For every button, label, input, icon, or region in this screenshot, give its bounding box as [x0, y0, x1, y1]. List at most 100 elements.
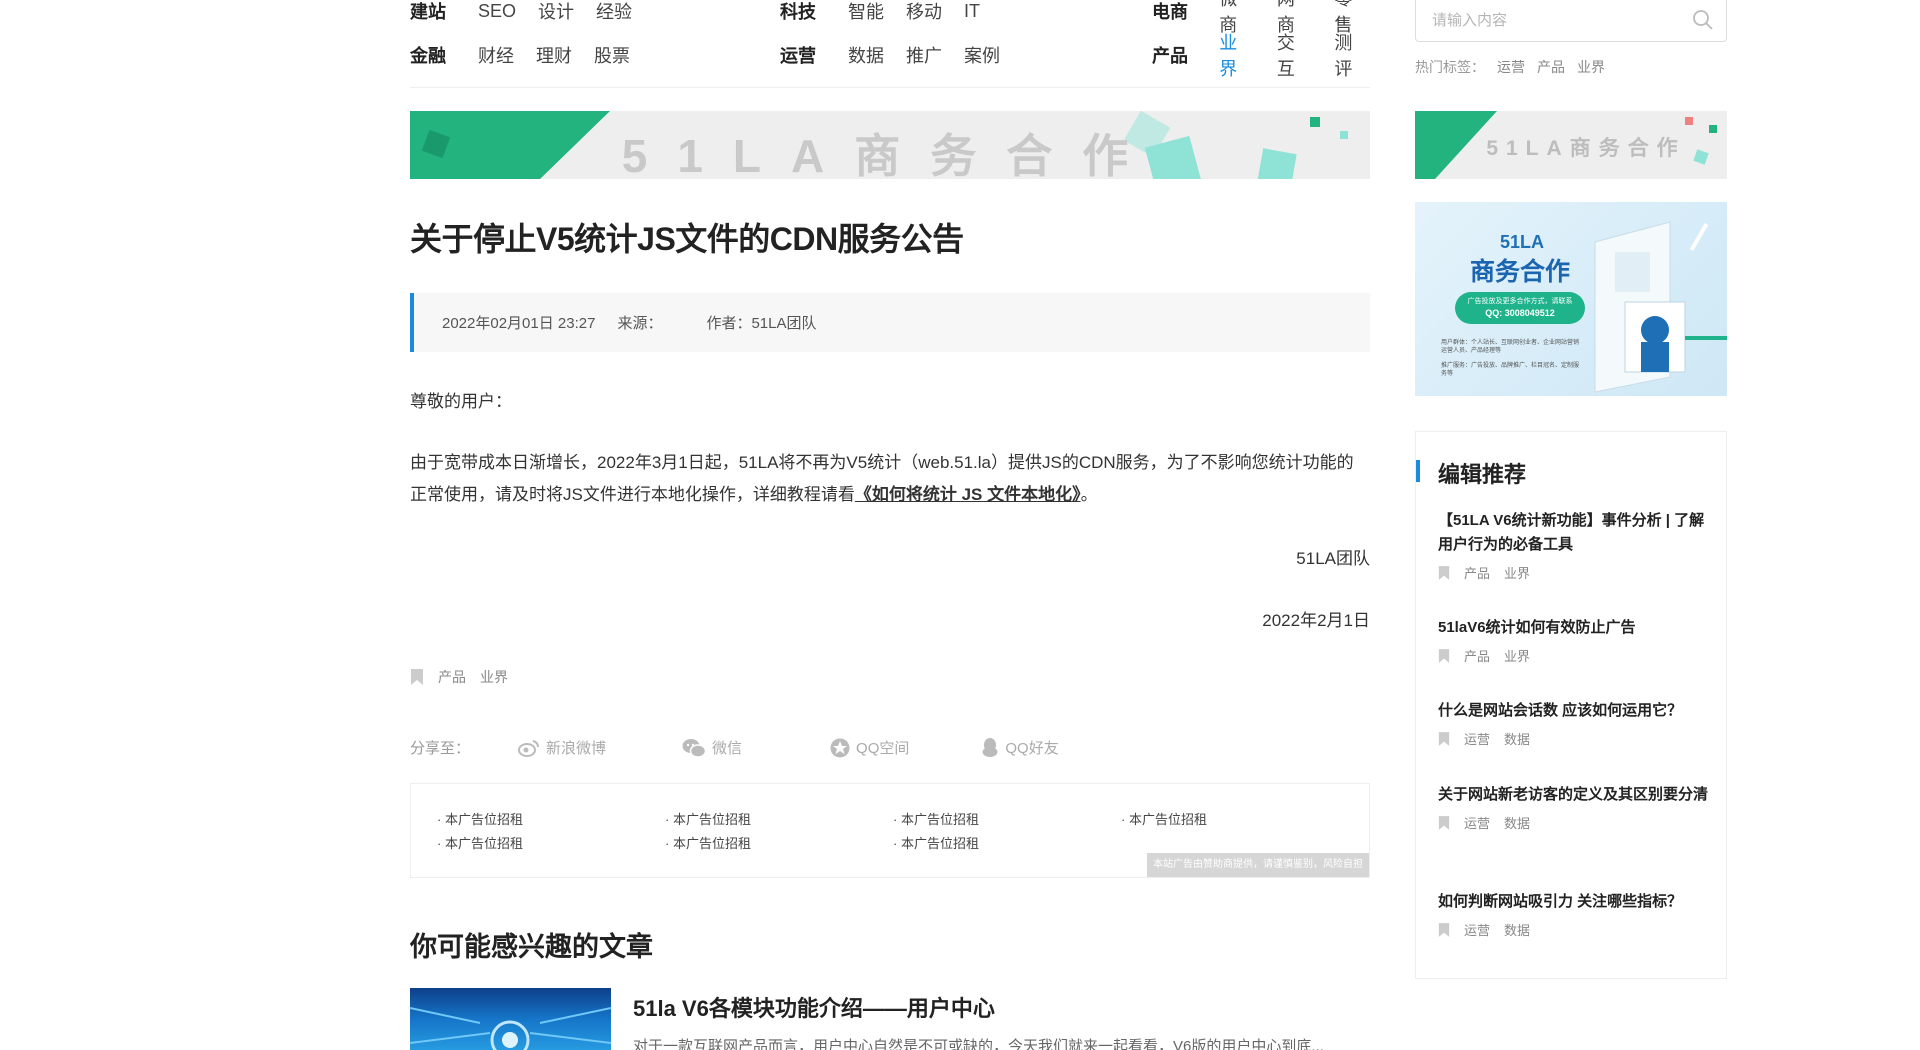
ad-slot[interactable]: · 本广告位招租 — [665, 809, 751, 828]
pick-title[interactable]: 如何判断网站吸引力 关注哪些指标？ — [1438, 893, 1682, 910]
tag-icon — [1438, 922, 1450, 937]
article-title: 关于停止V5统计JS文件的CDN服务公告 — [410, 221, 964, 257]
promo-brand: 51LA — [1499, 232, 1544, 252]
related-heading: 你可能感兴趣的文章 — [410, 932, 653, 962]
article-sign-date: 2022年2月1日 — [1262, 611, 1370, 630]
share-label: 分享至： — [410, 740, 471, 757]
article-signature: 51LA团队 — [1296, 549, 1370, 568]
picks-accent-bar — [1416, 460, 1420, 482]
nav-group-jinrong: 金融 财经 理财 股票 — [410, 44, 652, 66]
ad-slot[interactable]: · 本广告位招租 — [437, 809, 523, 828]
nav-link-active[interactable]: 业界 — [1219, 29, 1255, 81]
ad-slot[interactable]: · 本广告位招租 — [665, 833, 751, 852]
share-qq[interactable]: QQ好友 — [981, 737, 1059, 758]
pick-tag[interactable]: 数据 — [1504, 813, 1530, 832]
pick-tags: 运营 数据 — [1438, 729, 1713, 748]
business-promo-card[interactable]: 51LA 商务合作 广告投放及更多合作方式，请联系 QQ: 3008049512… — [1415, 202, 1727, 396]
nav-group-dianshang: 电商 微商 网商 零售 — [1152, 0, 1370, 35]
ad-slot[interactable]: · 本广告位招租 — [893, 833, 979, 852]
tag-icon — [1438, 815, 1450, 830]
hot-tags-label: 热门标签： — [1415, 59, 1485, 75]
pick-tag[interactable]: 业界 — [1504, 563, 1530, 582]
banner-text: 51LA商务合作 — [1486, 137, 1686, 160]
pick-tag[interactable]: 运营 — [1464, 813, 1490, 832]
nav-link[interactable]: 案例 — [964, 42, 1000, 68]
weibo-icon — [518, 739, 540, 757]
share-bar: 分享至： 新浪微博 微信 QQ空间 QQ好友 — [410, 737, 1059, 758]
nav-link[interactable]: 数据 — [848, 42, 884, 68]
nav-link[interactable]: 交互 — [1277, 29, 1313, 81]
pick-tag[interactable]: 运营 — [1464, 920, 1490, 939]
nav-group-head[interactable]: 建站 — [410, 0, 478, 24]
search-input[interactable] — [1432, 0, 1692, 40]
thumbnail-graphic — [410, 1007, 611, 1050]
nav-link[interactable]: 智能 — [848, 0, 884, 24]
nav-group-head[interactable]: 运营 — [780, 42, 848, 68]
share-weibo-label: 新浪微博 — [546, 740, 607, 757]
article-date: 2022年02月01日 23:27 — [442, 315, 596, 332]
nav-link[interactable]: 推广 — [906, 42, 942, 68]
share-qzone-label: QQ空间 — [856, 740, 910, 757]
pick-title[interactable]: 【51LA V6统计新功能】事件分析 | 了解用户行为的必备工具 — [1438, 512, 1704, 553]
article-period: 。 — [1080, 485, 1098, 504]
editor-picks: 编辑推荐 【51LA V6统计新功能】事件分析 | 了解用户行为的必备工具 产品… — [1415, 431, 1727, 979]
tag-icon — [1438, 731, 1450, 746]
pick-tag[interactable]: 运营 — [1464, 729, 1490, 748]
nav-group-head[interactable]: 电商 — [1152, 0, 1219, 24]
article-tag[interactable]: 业界 — [480, 667, 508, 687]
related-article-desc: 对于一款互联网产品而言，用户中心自然是不可或缺的，今天我们就来一起看看，V6版的… — [633, 1038, 1324, 1050]
nav-group-head[interactable]: 科技 — [780, 0, 848, 24]
nav-group-head[interactable]: 产品 — [1152, 42, 1219, 68]
share-qq-label: QQ好友 — [1005, 740, 1059, 757]
promo-headline: 商务合作 — [1469, 258, 1570, 286]
share-qzone[interactable]: QQ空间 — [830, 737, 909, 758]
tutorial-link[interactable]: 《如何将统计 JS 文件本地化》 — [855, 485, 1081, 504]
article-paragraph: 由于宽带成本日渐增长，2022年3月1日起，51LA将不再为V5统计（web.5… — [410, 447, 1370, 511]
share-weibo[interactable]: 新浪微博 — [518, 737, 606, 758]
nav-group-head[interactable]: 金融 — [410, 42, 478, 68]
business-banner-wide[interactable]: 51LA商务合作 — [410, 111, 1370, 179]
share-wechat[interactable]: 微信 — [682, 737, 742, 758]
nav-link[interactable]: IT — [964, 1, 980, 22]
related-thumbnail[interactable] — [410, 988, 611, 1050]
hot-tag[interactable]: 业界 — [1577, 57, 1605, 77]
search-box — [1415, 0, 1727, 42]
related-article-title[interactable]: 51la V6各模块功能介绍——用户中心 — [633, 991, 995, 1023]
nav-link[interactable]: SEO — [478, 1, 516, 22]
nav-link[interactable]: 移动 — [906, 0, 942, 24]
search-icon[interactable] — [1692, 9, 1714, 31]
ad-slot[interactable]: · 本广告位招租 — [1121, 809, 1207, 828]
hot-tag[interactable]: 运营 — [1497, 57, 1525, 77]
pick-tags: 运营 数据 — [1438, 920, 1713, 939]
wechat-icon — [682, 738, 707, 758]
article-tag[interactable]: 产品 — [438, 667, 466, 687]
article-tags: 产品 业界 — [410, 667, 508, 687]
hot-tag[interactable]: 产品 — [1537, 57, 1565, 77]
ad-slot[interactable]: · 本广告位招租 — [893, 809, 979, 828]
article-author: 作者：51LA团队 — [706, 315, 817, 332]
nav-link[interactable]: 股票 — [594, 42, 630, 68]
nav-link[interactable]: 财经 — [478, 42, 514, 68]
nav-link[interactable]: 理财 — [536, 42, 572, 68]
promo-contact-hint: 广告投放及更多合作方式，请联系 — [1467, 298, 1573, 305]
pick-title[interactable]: 51laV6统计如何有效防止广告 — [1438, 619, 1636, 636]
ad-slot[interactable]: · 本广告位招租 — [437, 833, 523, 852]
pick-tag[interactable]: 产品 — [1464, 646, 1490, 665]
pick-tag[interactable]: 数据 — [1504, 920, 1530, 939]
business-banner-side[interactable]: 51LA商务合作 — [1415, 111, 1727, 179]
article-source: 来源： — [617, 315, 663, 332]
pick-tag[interactable]: 数据 — [1504, 729, 1530, 748]
promo-line: 用户群体：个人站长、互联网创业者、企业网站营销运营人员、产品经理等 — [1441, 340, 1580, 354]
pick-tags: 产品 业界 — [1438, 563, 1713, 582]
nav-link[interactable]: 设计 — [538, 0, 574, 24]
pick-tag[interactable]: 产品 — [1464, 563, 1490, 582]
pick-title[interactable]: 什么是网站会话数 应该如何运用它？ — [1438, 702, 1682, 719]
nav-link[interactable]: 经验 — [596, 0, 632, 24]
banner-text: 51LA商务合作 — [621, 130, 1159, 179]
pick-tag[interactable]: 业界 — [1504, 646, 1530, 665]
hot-tags: 热门标签： 运营 产品 业界 — [1415, 57, 1605, 77]
tag-icon — [1438, 565, 1450, 580]
pick-title[interactable]: 关于网站新老访客的定义及其区别要分清 — [1438, 786, 1708, 803]
nav-group-chanpin: 产品 业界 交互 测评 — [1152, 33, 1370, 79]
nav-link[interactable]: 测评 — [1334, 29, 1370, 81]
